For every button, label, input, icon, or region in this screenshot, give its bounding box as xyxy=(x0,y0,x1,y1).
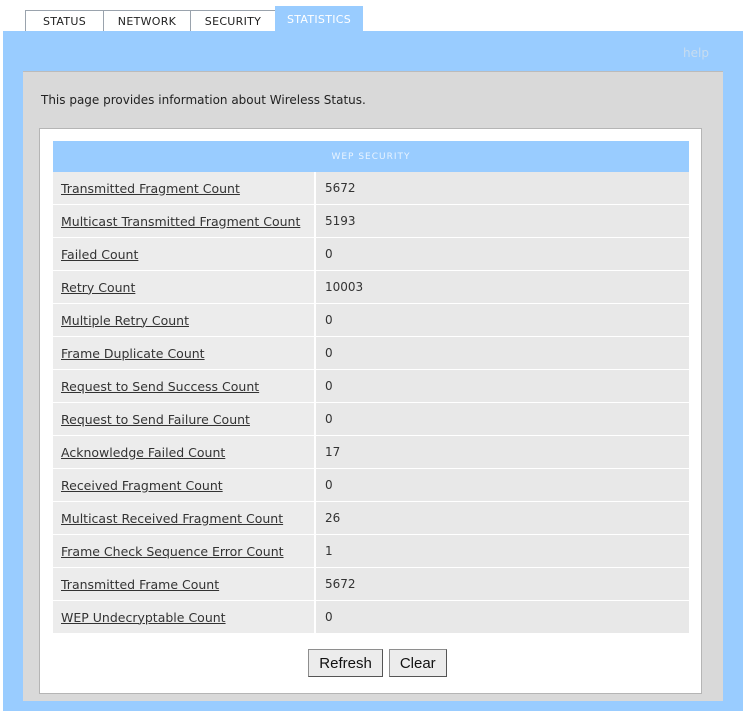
stat-link[interactable]: WEP Undecryptable Count xyxy=(61,611,226,624)
button-row: Refresh Clear xyxy=(40,649,701,677)
stat-link[interactable]: Transmitted Fragment Count xyxy=(61,182,240,195)
tab-security[interactable]: SECURITY xyxy=(190,10,276,32)
stat-value: 0 xyxy=(316,601,689,633)
tab-bar: STATUS NETWORK SECURITY STATISTICS xyxy=(25,6,363,32)
stat-label-cell: Received Fragment Count xyxy=(53,469,316,501)
stat-label-cell: Transmitted Fragment Count xyxy=(53,172,316,204)
main-panel: This page provides information about Wir… xyxy=(23,71,723,701)
refresh-button[interactable]: Refresh xyxy=(308,649,383,677)
table-row: Received Fragment Count 0 xyxy=(53,469,689,501)
stat-link[interactable]: Request to Send Failure Count xyxy=(61,413,250,426)
stat-value: 0 xyxy=(316,403,689,435)
page-description: This page provides information about Wir… xyxy=(41,93,366,107)
table-row: Multicast Transmitted Fragment Count 519… xyxy=(53,205,689,237)
section-header: WEP SECURITY xyxy=(53,141,689,172)
table-row: Request to Send Failure Count 0 xyxy=(53,403,689,435)
stat-value: 26 xyxy=(316,502,689,534)
table-row: Retry Count 10003 xyxy=(53,271,689,303)
stat-link[interactable]: Multiple Retry Count xyxy=(61,314,189,327)
stat-value: 0 xyxy=(316,370,689,402)
stat-label-cell: Acknowledge Failed Count xyxy=(53,436,316,468)
stat-label-cell: Frame Check Sequence Error Count xyxy=(53,535,316,567)
stat-label-cell: WEP Undecryptable Count xyxy=(53,601,316,633)
stat-link[interactable]: Multicast Transmitted Fragment Count xyxy=(61,215,300,228)
stat-link[interactable]: Request to Send Success Count xyxy=(61,380,259,393)
table-row: Request to Send Success Count 0 xyxy=(53,370,689,402)
table-row: Transmitted Frame Count 5672 xyxy=(53,568,689,600)
stat-label-cell: Transmitted Frame Count xyxy=(53,568,316,600)
stat-value: 5672 xyxy=(316,172,689,204)
stat-link[interactable]: Frame Check Sequence Error Count xyxy=(61,545,284,558)
stat-label-cell: Frame Duplicate Count xyxy=(53,337,316,369)
stat-value: 0 xyxy=(316,304,689,336)
statistics-panel: WEP SECURITY Transmitted Fragment Count … xyxy=(39,128,702,694)
stat-label-cell: Request to Send Success Count xyxy=(53,370,316,402)
stat-value: 5672 xyxy=(316,568,689,600)
stat-link[interactable]: Retry Count xyxy=(61,281,135,294)
content-frame: help This page provides information abou… xyxy=(3,31,743,711)
stat-link[interactable]: Frame Duplicate Count xyxy=(61,347,205,360)
stat-label-cell: Multicast Transmitted Fragment Count xyxy=(53,205,316,237)
stat-label-cell: Request to Send Failure Count xyxy=(53,403,316,435)
stat-value: 0 xyxy=(316,469,689,501)
stat-link[interactable]: Transmitted Frame Count xyxy=(61,578,219,591)
stat-link[interactable]: Received Fragment Count xyxy=(61,479,223,492)
stat-value: 1 xyxy=(316,535,689,567)
stat-link[interactable]: Multicast Received Fragment Count xyxy=(61,512,283,525)
table-row: Acknowledge Failed Count 17 xyxy=(53,436,689,468)
table-row: Frame Check Sequence Error Count 1 xyxy=(53,535,689,567)
stat-value: 0 xyxy=(316,238,689,270)
tab-statistics[interactable]: STATISTICS xyxy=(275,6,363,32)
table-row: Failed Count 0 xyxy=(53,238,689,270)
stat-value: 5193 xyxy=(316,205,689,237)
stat-label-cell: Failed Count xyxy=(53,238,316,270)
statistics-table: Transmitted Fragment Count 5672 Multicas… xyxy=(53,172,689,634)
stat-link[interactable]: Failed Count xyxy=(61,248,138,261)
table-row: Frame Duplicate Count 0 xyxy=(53,337,689,369)
stat-label-cell: Multicast Received Fragment Count xyxy=(53,502,316,534)
table-row: WEP Undecryptable Count 0 xyxy=(53,601,689,633)
stat-value: 0 xyxy=(316,337,689,369)
stat-link[interactable]: Acknowledge Failed Count xyxy=(61,446,225,459)
table-row: Multiple Retry Count 0 xyxy=(53,304,689,336)
help-link[interactable]: help xyxy=(683,46,709,60)
table-row: Multicast Received Fragment Count 26 xyxy=(53,502,689,534)
tab-network[interactable]: NETWORK xyxy=(103,10,191,32)
tab-status[interactable]: STATUS xyxy=(25,10,104,32)
stat-label-cell: Retry Count xyxy=(53,271,316,303)
stat-label-cell: Multiple Retry Count xyxy=(53,304,316,336)
table-row: Transmitted Fragment Count 5672 xyxy=(53,172,689,204)
clear-button[interactable]: Clear xyxy=(388,649,447,677)
stat-value: 10003 xyxy=(316,271,689,303)
stat-value: 17 xyxy=(316,436,689,468)
